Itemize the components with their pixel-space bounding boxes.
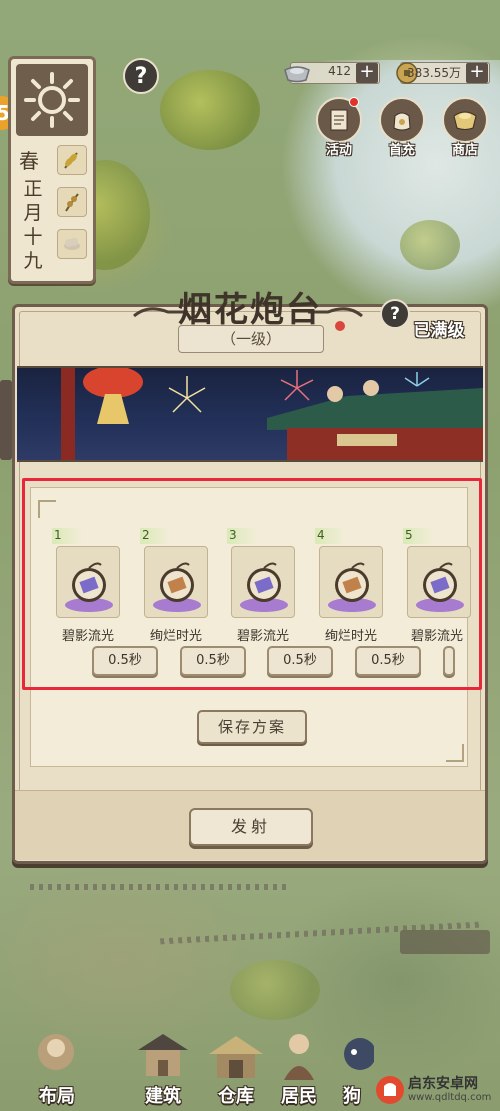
season-panel[interactable]: 春 正 月 十 九 — [8, 56, 96, 284]
launch-button[interactable]: 发射 — [189, 808, 313, 846]
copper-counter: 383.55万 + — [396, 62, 490, 84]
corner-ornament — [446, 744, 464, 762]
level-label: （一级） — [178, 325, 324, 353]
shop-icon — [442, 97, 488, 143]
banner-illustration — [61, 368, 483, 460]
first-recharge-button[interactable]: 首充 — [376, 97, 428, 159]
question-icon: ? — [134, 63, 148, 89]
residents-icon — [284, 1034, 314, 1080]
shop-label: 商店 — [451, 143, 478, 158]
bag-icon — [379, 97, 425, 143]
copper-amount: 383.55万 — [407, 66, 461, 80]
nav-residents[interactable]: 居民 — [264, 1028, 334, 1108]
nav-label: 居民 — [281, 1086, 317, 1107]
watermark-brand: 启东安卓网 — [408, 1076, 478, 1092]
tree — [160, 70, 260, 150]
date-char: 正 — [23, 178, 43, 200]
season-label: 春 — [19, 149, 39, 173]
date-char: 十 — [23, 226, 43, 248]
nav-pet[interactable]: 狗 — [330, 1028, 374, 1108]
nav-warehouse[interactable]: 仓库 — [201, 1028, 271, 1108]
watermark-url: www.qdltdq.com — [408, 1092, 492, 1103]
nav-label: 布局 — [39, 1086, 75, 1107]
weather-box — [16, 64, 88, 136]
watermark: 启东安卓网 www.qdltdq.com — [372, 1072, 500, 1108]
save-plan-button[interactable]: 保存方案 — [197, 710, 307, 744]
grain-icon — [57, 187, 87, 217]
wheat-icon — [57, 145, 87, 175]
date-char: 月 — [23, 202, 43, 224]
pet-icon — [344, 1038, 374, 1070]
add-silver-button[interactable]: + — [356, 63, 378, 83]
cloud-icon — [57, 229, 87, 259]
tree — [230, 960, 320, 1020]
add-copper-button[interactable]: + — [466, 63, 488, 83]
building — [400, 930, 490, 954]
max-level-badge: 已满级 — [406, 308, 472, 354]
silver-counter: 412 + — [284, 62, 380, 84]
nav-label: 狗 — [343, 1086, 361, 1107]
nav-building[interactable]: 建筑 — [128, 1028, 198, 1108]
watermark-logo-icon — [376, 1076, 404, 1104]
first-recharge-label: 首充 — [388, 143, 415, 158]
help-button[interactable]: ? — [123, 58, 159, 94]
activity-label: 活动 — [325, 143, 352, 158]
building-icon — [138, 1034, 188, 1076]
activity-button[interactable]: 活动 — [313, 97, 365, 159]
building — [0, 380, 12, 460]
nav-label: 仓库 — [218, 1086, 254, 1107]
notification-dot — [349, 97, 359, 107]
question-icon: ? — [390, 304, 400, 324]
shop-button[interactable]: 商店 — [439, 97, 491, 159]
highlight-box — [22, 478, 482, 690]
silver-ingot-icon — [281, 58, 313, 88]
nav-layout[interactable]: 布局 — [22, 1028, 92, 1108]
fence — [30, 884, 290, 890]
date-char: 九 — [23, 250, 43, 272]
layout-icon — [38, 1034, 74, 1070]
warehouse-icon — [209, 1036, 263, 1078]
date-label: 正 月 十 九 — [20, 177, 46, 273]
nav-label: 建筑 — [145, 1086, 181, 1107]
sun-icon — [24, 72, 80, 128]
firework-banner-image — [17, 366, 483, 462]
tree — [400, 220, 460, 270]
silver-amount: 412 — [328, 64, 351, 78]
